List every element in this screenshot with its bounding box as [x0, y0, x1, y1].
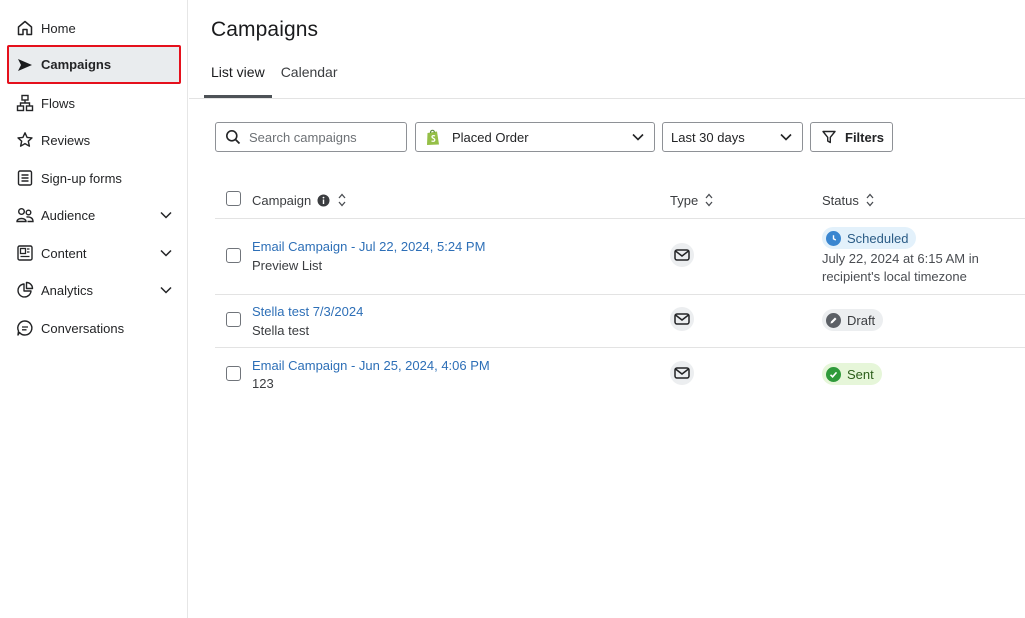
content-icon	[16, 244, 34, 262]
table-divider	[215, 218, 1025, 219]
page-title: Campaigns	[211, 18, 319, 41]
row-checkbox[interactable]	[226, 312, 241, 327]
star-icon	[16, 131, 34, 149]
sidebar-item-reviews[interactable]: Reviews	[8, 122, 180, 158]
metric-value: Placed Order	[452, 129, 529, 145]
flows-icon	[16, 94, 34, 112]
pencil-icon	[826, 312, 841, 328]
row-checkbox[interactable]	[226, 366, 241, 381]
search-input[interactable]	[249, 129, 399, 145]
column-label: Campaign	[252, 192, 312, 208]
sidebar-item-analytics[interactable]: Analytics	[8, 272, 180, 308]
campaign-name-link[interactable]: Email Campaign - Jun 25, 2024, 4:06 PM	[252, 358, 490, 373]
date-range-dropdown[interactable]: Last 30 days	[662, 122, 803, 152]
tab-calendar[interactable]: Calendar	[274, 56, 345, 98]
sidebar-item-label: Audience	[41, 207, 96, 223]
chevron-down-icon	[780, 133, 792, 141]
sidebar-item-label: Sign-up forms	[41, 170, 122, 186]
sidebar-item-label: Flows	[41, 95, 75, 111]
column-header-campaign[interactable]: Campaign	[252, 192, 347, 208]
check-icon	[826, 366, 841, 382]
email-icon	[670, 361, 694, 385]
status-badge: Sent	[822, 363, 882, 385]
sidebar-item-content[interactable]: Content	[8, 235, 180, 271]
sidebar-item-signup-forms[interactable]: Sign-up forms	[8, 160, 180, 196]
filters-button[interactable]: Filters	[810, 122, 893, 152]
sidebar-item-home[interactable]: Home	[8, 10, 180, 46]
table-divider	[215, 347, 1025, 348]
column-header-status[interactable]: Status	[822, 192, 875, 208]
chevron-down-icon	[632, 133, 644, 141]
campaign-name-link[interactable]: Stella test 7/3/2024	[252, 304, 363, 319]
email-icon	[670, 243, 694, 267]
home-icon	[16, 19, 34, 37]
sort-icon[interactable]	[337, 192, 347, 208]
search-icon	[226, 130, 241, 145]
info-icon[interactable]	[317, 194, 330, 207]
sidebar-item-conversations[interactable]: Conversations	[8, 310, 180, 346]
column-label: Type	[670, 192, 699, 208]
campaign-name-link[interactable]: Email Campaign - Jul 22, 2024, 5:24 PM	[252, 239, 485, 254]
status-label: Draft	[847, 312, 876, 328]
sidebar-item-label: Campaigns	[41, 57, 112, 72]
sidebar-item-label: Home	[41, 20, 76, 36]
table-divider	[215, 294, 1025, 295]
campaign-list-name: 123	[252, 376, 274, 391]
email-icon	[670, 307, 694, 331]
column-header-type[interactable]: Type	[670, 192, 714, 208]
sidebar-item-label: Content	[41, 245, 87, 261]
schedule-detail: July 22, 2024 at 6:15 AM in recipient's …	[822, 251, 979, 284]
column-label: Status	[822, 192, 859, 208]
audience-icon	[16, 206, 34, 224]
status-badge: Scheduled	[822, 227, 917, 249]
view-tabs: List view Calendar	[204, 56, 347, 99]
metric-dropdown[interactable]: Placed Order	[415, 122, 655, 152]
shopify-icon	[427, 129, 439, 145]
sidebar-item-audience[interactable]: Audience	[8, 197, 180, 233]
filters-label: Filters	[845, 129, 885, 145]
sidebar-item-flows[interactable]: Flows	[8, 85, 180, 121]
status-badge: Draft	[822, 309, 884, 331]
chevron-down-icon[interactable]	[158, 245, 174, 261]
status-label: Sent	[847, 366, 874, 382]
campaign-list-name: Stella test	[252, 323, 310, 338]
sidebar: Home Campaigns Flows Reviews Sign-up for…	[0, 0, 188, 618]
sort-icon[interactable]	[865, 192, 875, 208]
tabs-divider	[189, 98, 1025, 99]
date-range-value: Last 30 days	[671, 129, 745, 145]
send-icon	[16, 56, 34, 74]
analytics-icon	[16, 281, 34, 299]
campaign-list-name: Preview List	[252, 258, 323, 273]
sort-icon[interactable]	[704, 192, 714, 208]
sidebar-item-label: Analytics	[41, 282, 94, 298]
form-icon	[16, 169, 34, 187]
status-label: Scheduled	[847, 230, 909, 246]
chat-icon	[16, 319, 34, 337]
select-all-checkbox[interactable]	[226, 191, 241, 206]
search-box[interactable]	[215, 122, 407, 152]
sidebar-item-label: Reviews	[41, 132, 91, 148]
filter-icon	[822, 130, 836, 144]
chevron-down-icon[interactable]	[158, 282, 174, 298]
sidebar-item-label: Conversations	[41, 320, 125, 336]
chevron-down-icon[interactable]	[158, 207, 174, 223]
row-checkbox[interactable]	[226, 248, 241, 263]
sidebar-item-campaigns[interactable]: Campaigns	[7, 45, 181, 84]
clock-icon	[826, 230, 841, 246]
tab-list-view[interactable]: List view	[204, 56, 272, 98]
